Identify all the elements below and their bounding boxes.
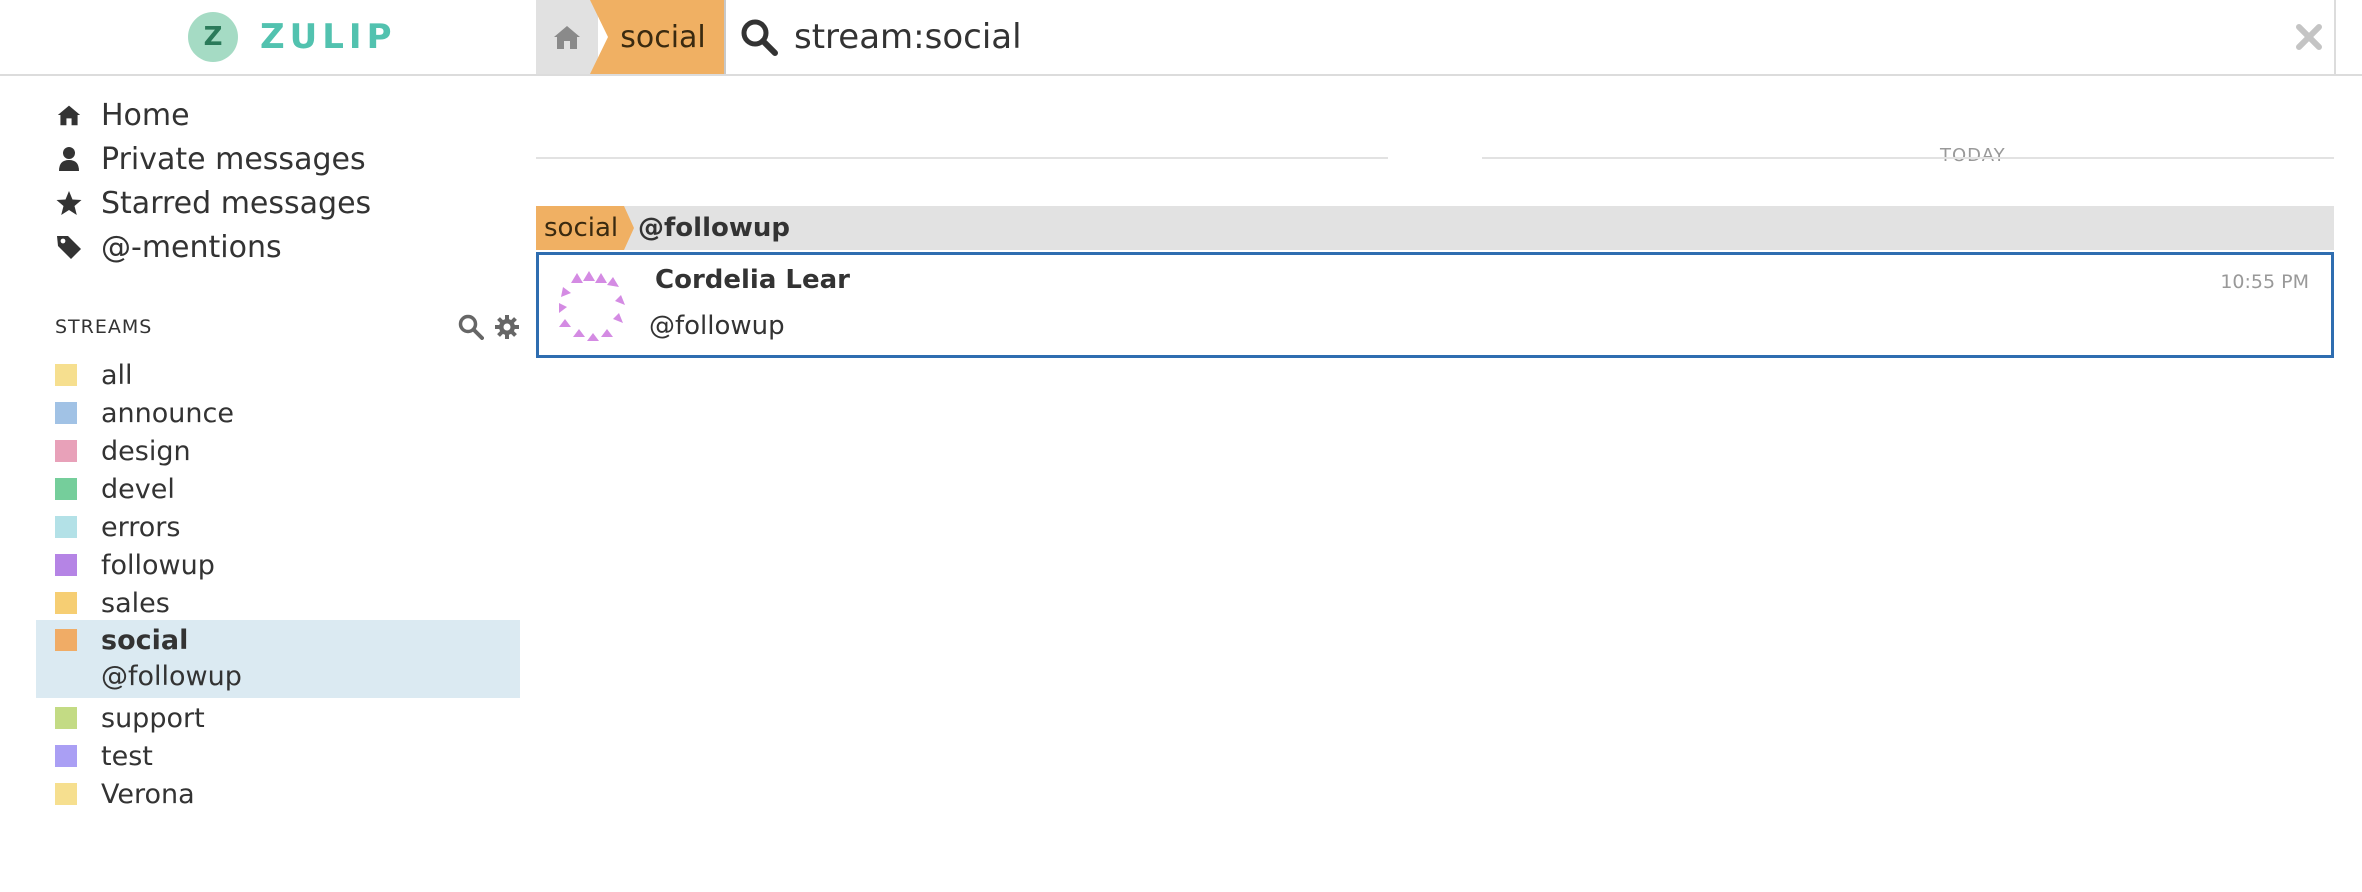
date-separator: TODAY <box>536 145 2334 169</box>
stream-color-swatch <box>55 402 77 424</box>
stream-color-swatch <box>55 592 77 614</box>
zulip-logo-icon: Z <box>188 12 238 62</box>
stream-name: announce <box>101 397 234 429</box>
stream-name: sales <box>101 587 170 619</box>
message-row[interactable]: Cordelia Lear 10:55 PM @followup <box>536 252 2334 358</box>
nav-label: Home <box>101 97 190 133</box>
stream-name: test <box>101 740 153 772</box>
stream-color-swatch <box>55 554 77 576</box>
nav-home[interactable]: Home <box>55 95 190 135</box>
stream-name: followup <box>101 549 215 581</box>
stream-item-test[interactable]: test <box>55 739 153 773</box>
search-input[interactable]: stream:social <box>794 17 1022 57</box>
divider <box>1482 157 2334 159</box>
stream-breadcrumb[interactable]: social <box>590 0 724 74</box>
stream-name: devel <box>101 473 175 505</box>
search-bar[interactable]: stream:social <box>724 0 2334 74</box>
recipient-bar: social @followup <box>536 206 2334 250</box>
brand-name: ZULIP <box>260 17 397 57</box>
stream-color-swatch <box>55 440 77 462</box>
divider <box>536 157 1388 159</box>
stream-color-swatch <box>55 516 77 538</box>
nav-label: Private messages <box>101 141 366 177</box>
stream-name: social <box>101 624 189 656</box>
search-icon[interactable] <box>458 314 486 342</box>
stream-color-swatch <box>55 364 77 386</box>
stream-item-followup[interactable]: followup <box>55 548 215 582</box>
nav-label: Starred messages <box>101 185 372 221</box>
star-icon <box>55 189 83 217</box>
message-timestamp[interactable]: 10:55 PM <box>2220 271 2309 293</box>
stream-item-social[interactable]: social <box>55 623 188 657</box>
brand-logo-link[interactable]: Z ZULIP <box>188 10 397 64</box>
stream-color-swatch <box>55 629 77 651</box>
stream-name: errors <box>101 511 181 543</box>
stream-name: design <box>101 435 191 467</box>
stream-item-all[interactable]: all <box>55 358 133 392</box>
nav-private-messages[interactable]: Private messages <box>55 139 366 179</box>
stream-item-devel[interactable]: devel <box>55 472 175 506</box>
stream-color-swatch <box>55 745 77 767</box>
user-icon <box>55 145 83 173</box>
recipient-topic-label[interactable]: @followup <box>638 206 790 250</box>
avatar[interactable] <box>555 267 629 341</box>
nav-mentions[interactable]: @-mentions <box>55 227 282 267</box>
divider <box>2334 0 2336 74</box>
message-content: @followup <box>649 311 785 341</box>
stream-item-support[interactable]: support <box>55 701 205 735</box>
stream-name: support <box>101 702 205 734</box>
topic-item-followup[interactable]: @followup <box>101 659 242 693</box>
stream-item-verona[interactable]: Verona <box>55 777 195 811</box>
top-navbar: Z ZULIP social stream:social <box>0 0 2362 76</box>
home-breadcrumb[interactable] <box>536 0 598 74</box>
stream-item-sales[interactable]: sales <box>55 586 170 620</box>
stream-color-swatch <box>55 783 77 805</box>
stream-name: all <box>101 359 133 391</box>
stream-item-announce[interactable]: announce <box>55 396 234 430</box>
recipient-stream-label[interactable]: social <box>536 206 634 250</box>
nav-label: @-mentions <box>101 229 282 265</box>
stream-item-design[interactable]: design <box>55 434 191 468</box>
tag-icon <box>55 233 83 261</box>
sender-name[interactable]: Cordelia Lear <box>655 265 850 295</box>
stream-item-errors[interactable]: errors <box>55 510 180 544</box>
nav-starred-messages[interactable]: Starred messages <box>55 183 371 223</box>
date-label: TODAY <box>1940 145 2006 166</box>
gear-icon[interactable] <box>494 314 522 342</box>
home-icon <box>554 26 580 49</box>
search-icon <box>740 16 782 58</box>
stream-color-swatch <box>55 478 77 500</box>
stream-color-swatch <box>55 707 77 729</box>
stream-name: Verona <box>101 778 195 810</box>
home-icon <box>55 101 83 129</box>
streams-header: STREAMS <box>55 316 153 338</box>
close-icon[interactable] <box>2290 18 2328 56</box>
